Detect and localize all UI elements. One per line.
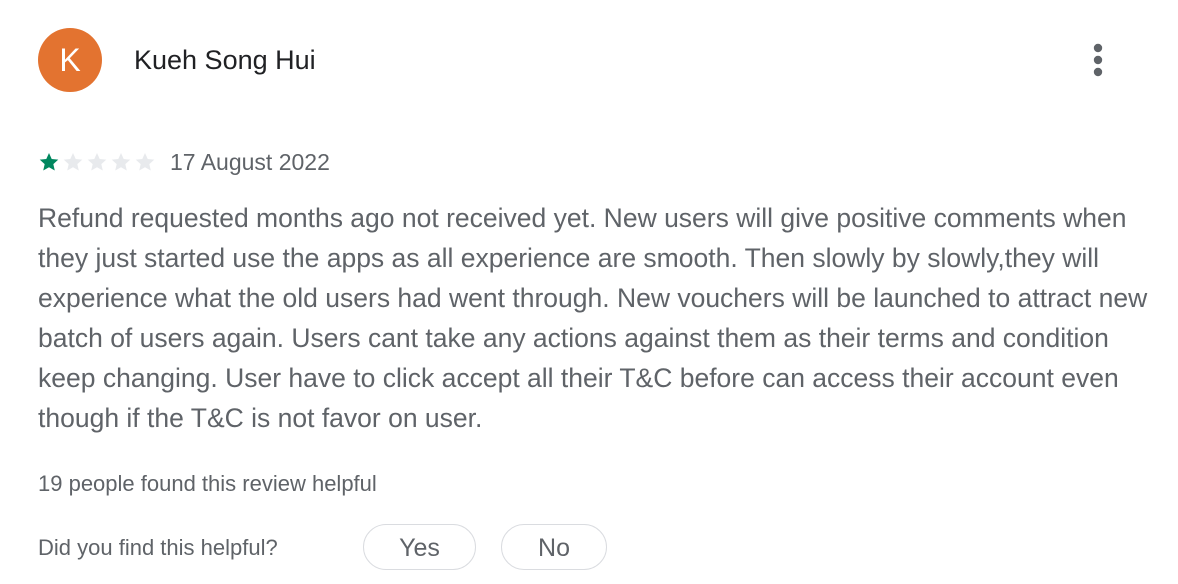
star-rating (38, 151, 156, 173)
yes-button[interactable]: Yes (363, 524, 476, 570)
review-date: 17 August 2022 (170, 148, 330, 175)
avatar: K (38, 28, 102, 92)
star-empty-icon (111, 153, 131, 171)
review-text: Refund requested months ago not received… (38, 203, 1148, 433)
no-button[interactable]: No (501, 524, 607, 570)
more-vert-icon (1093, 43, 1103, 77)
star-empty-icon (63, 153, 83, 171)
rating-row: 17 August 2022 (38, 144, 330, 180)
helpful-count: 19 people found this review helpful (38, 471, 377, 496)
star-empty-icon (87, 153, 107, 171)
helpful-question: Did you find this helpful? (38, 535, 278, 560)
more-options-button[interactable] (1076, 38, 1120, 82)
star-empty-icon (135, 153, 155, 171)
star-filled-icon (39, 153, 59, 171)
reviewer-name: Kueh Song Hui (134, 45, 316, 75)
